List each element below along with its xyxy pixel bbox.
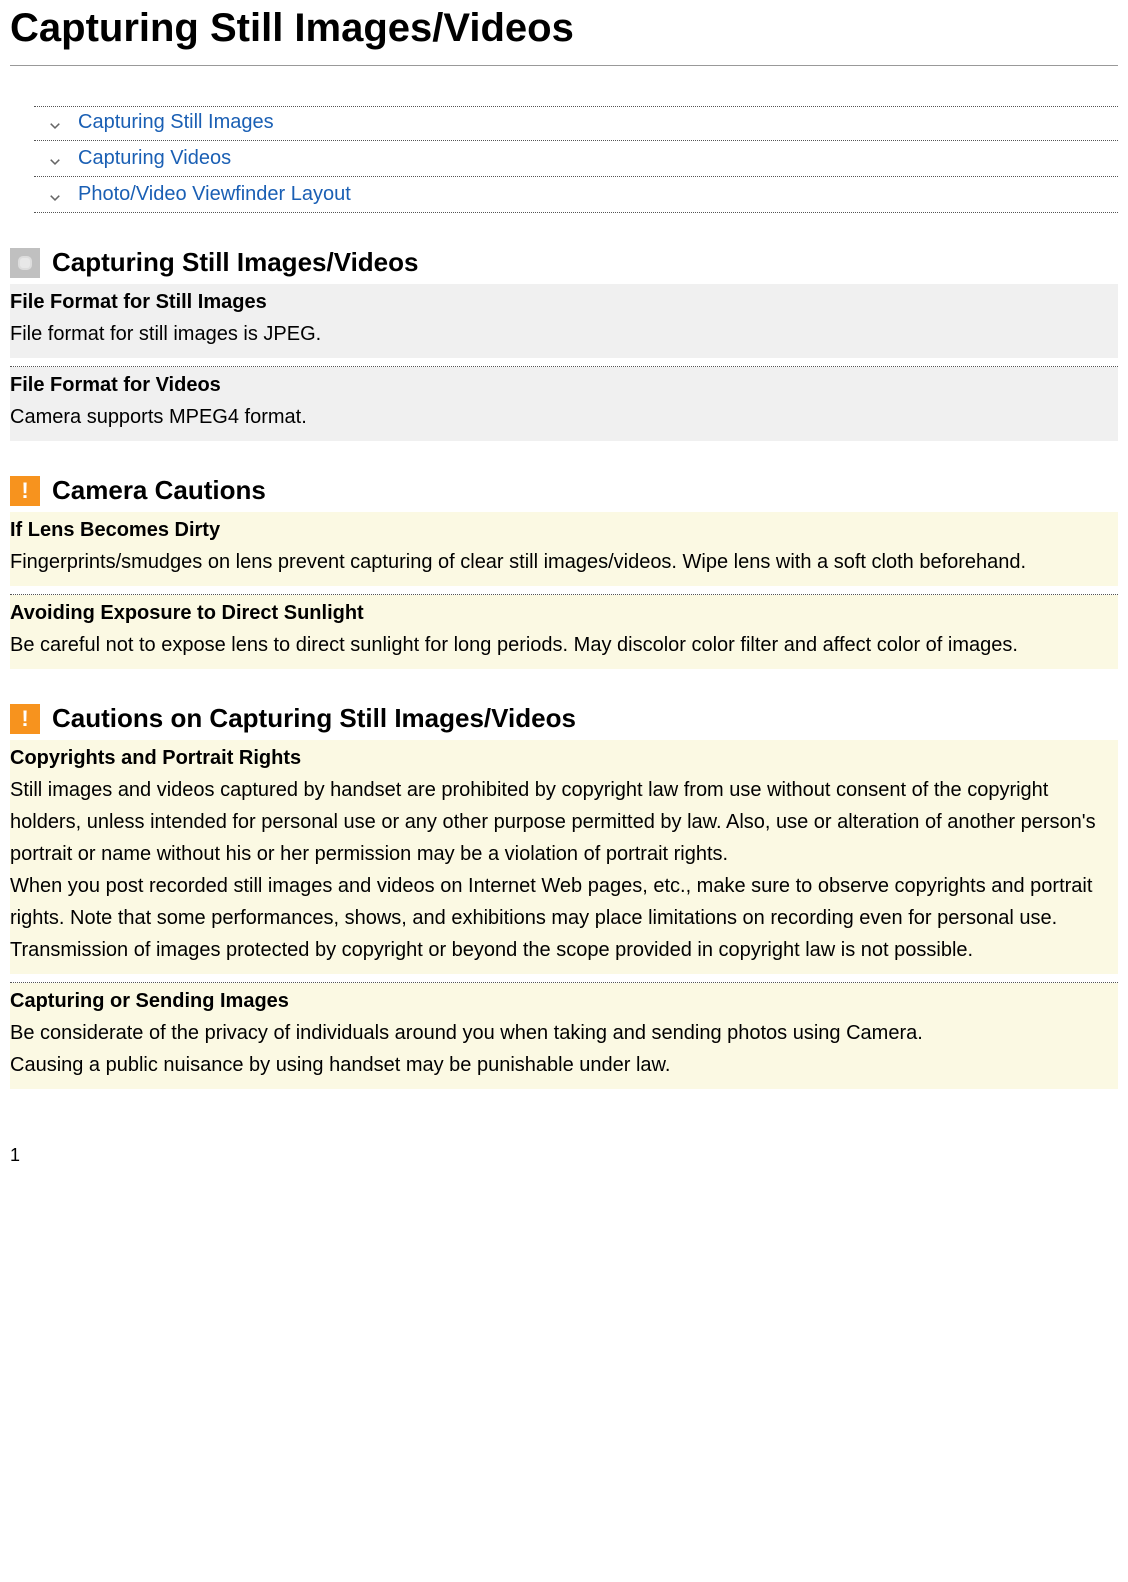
block-body: File format for still images is JPEG. [10, 318, 1110, 350]
block-body: Camera supports MPEG4 format. [10, 401, 1110, 433]
paragraph: Be considerate of the privacy of individ… [10, 1017, 1110, 1049]
section-info: Capturing Still Images/Videos File Forma… [10, 247, 1118, 441]
toc-item[interactable]: Photo/Video Viewfinder Layout [34, 179, 1118, 210]
block-body: Fingerprints/smudges on lens prevent cap… [10, 546, 1110, 578]
block-body: Still images and videos captured by hand… [10, 774, 1110, 966]
toc-item[interactable]: Capturing Still Images [34, 107, 1118, 138]
arrow-down-icon [46, 114, 64, 132]
table-of-contents: Capturing Still Images Capturing Videos … [34, 106, 1118, 213]
arrow-down-icon [46, 150, 64, 168]
section-capture-cautions: ! Cautions on Capturing Still Images/Vid… [10, 703, 1118, 1089]
title-divider [10, 65, 1118, 66]
block-title: Capturing or Sending Images [10, 985, 1110, 1017]
toc-link: Capturing Still Images [78, 111, 274, 134]
block-title: Copyrights and Portrait Rights [10, 742, 1110, 774]
warning-block: If Lens Becomes Dirty Fingerprints/smudg… [10, 512, 1118, 586]
warning-block: Avoiding Exposure to Direct Sunlight Be … [10, 595, 1118, 669]
toc-item[interactable]: Capturing Videos [34, 143, 1118, 174]
warning-block: Copyrights and Portrait Rights Still ima… [10, 740, 1118, 974]
section-heading: ! Camera Cautions [10, 475, 1118, 506]
divider [34, 140, 1118, 141]
block-title: If Lens Becomes Dirty [10, 514, 1110, 546]
block-title: File Format for Still Images [10, 286, 1110, 318]
info-icon [10, 248, 40, 278]
toc-link: Photo/Video Viewfinder Layout [78, 183, 351, 206]
warning-block: Capturing or Sending Images Be considera… [10, 983, 1118, 1089]
warning-icon: ! [10, 704, 40, 734]
section-heading: Capturing Still Images/Videos [10, 247, 1118, 278]
arrow-down-icon [46, 186, 64, 204]
toc-link: Capturing Videos [78, 147, 231, 170]
block-title: File Format for Videos [10, 369, 1110, 401]
info-block: File Format for Still Images File format… [10, 284, 1118, 358]
divider [34, 212, 1118, 213]
section-camera-cautions: ! Camera Cautions If Lens Becomes Dirty … [10, 475, 1118, 669]
paragraph: When you post recorded still images and … [10, 870, 1110, 966]
page-title: Capturing Still Images/Videos [10, 6, 1118, 51]
divider [34, 176, 1118, 177]
block-body: Be careful not to expose lens to direct … [10, 629, 1110, 661]
section-title: Cautions on Capturing Still Images/Video… [52, 703, 576, 734]
block-title: Avoiding Exposure to Direct Sunlight [10, 597, 1110, 629]
page-number: 1 [10, 1145, 1118, 1166]
paragraph: Still images and videos captured by hand… [10, 774, 1110, 870]
section-title: Camera Cautions [52, 475, 266, 506]
section-heading: ! Cautions on Capturing Still Images/Vid… [10, 703, 1118, 734]
block-body: Be considerate of the privacy of individ… [10, 1017, 1110, 1081]
section-title: Capturing Still Images/Videos [52, 247, 419, 278]
info-block: File Format for Videos Camera supports M… [10, 367, 1118, 441]
warning-icon: ! [10, 476, 40, 506]
paragraph: Causing a public nuisance by using hands… [10, 1049, 1110, 1081]
